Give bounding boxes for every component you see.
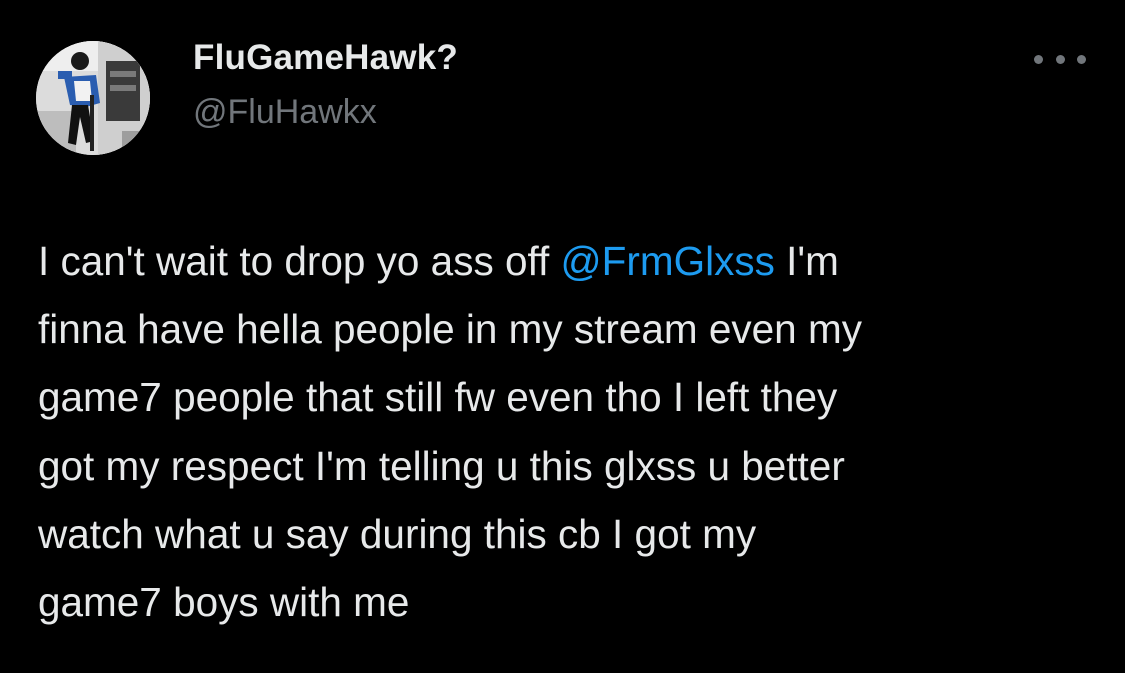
tweet-text-line: got my respect I'm telling u this glxss … — [38, 442, 845, 489]
tweet: FluGameHawk? @FluHawkx I can't wait to d… — [0, 0, 1125, 673]
more-horizontal-icon-dot — [1077, 54, 1086, 64]
tweet-text: I can't wait to drop yo ass off @FrmGlxs… — [38, 227, 1098, 636]
more-horizontal-icon-dot — [1055, 54, 1065, 64]
tweet-text-line: I can't wait to drop yo ass off @FrmGlxs… — [38, 227, 1098, 295]
tweet-text-line: game7 people that still fw even tho I le… — [38, 374, 838, 421]
handle[interactable]: @FluHawkx — [193, 93, 377, 132]
tweet-text-line: finna have hella people in my stream eve… — [38, 306, 862, 353]
tweet-text-line: game7 boys with me — [38, 579, 410, 626]
tweet-text-segment: I'm — [774, 238, 839, 284]
more-horizontal-icon-dot — [1034, 54, 1043, 64]
display-name[interactable]: FluGameHawk? — [193, 38, 458, 78]
mention-link[interactable]: @FrmGlxss — [561, 238, 775, 284]
tweet-text-segment: I can't wait to drop yo ass off — [38, 238, 561, 284]
avatar[interactable] — [36, 41, 150, 155]
profile-photo — [36, 41, 150, 155]
more-options-button[interactable] — [1034, 42, 1086, 76]
tweet-text-line: watch what u say during this cb I got my — [38, 510, 757, 557]
